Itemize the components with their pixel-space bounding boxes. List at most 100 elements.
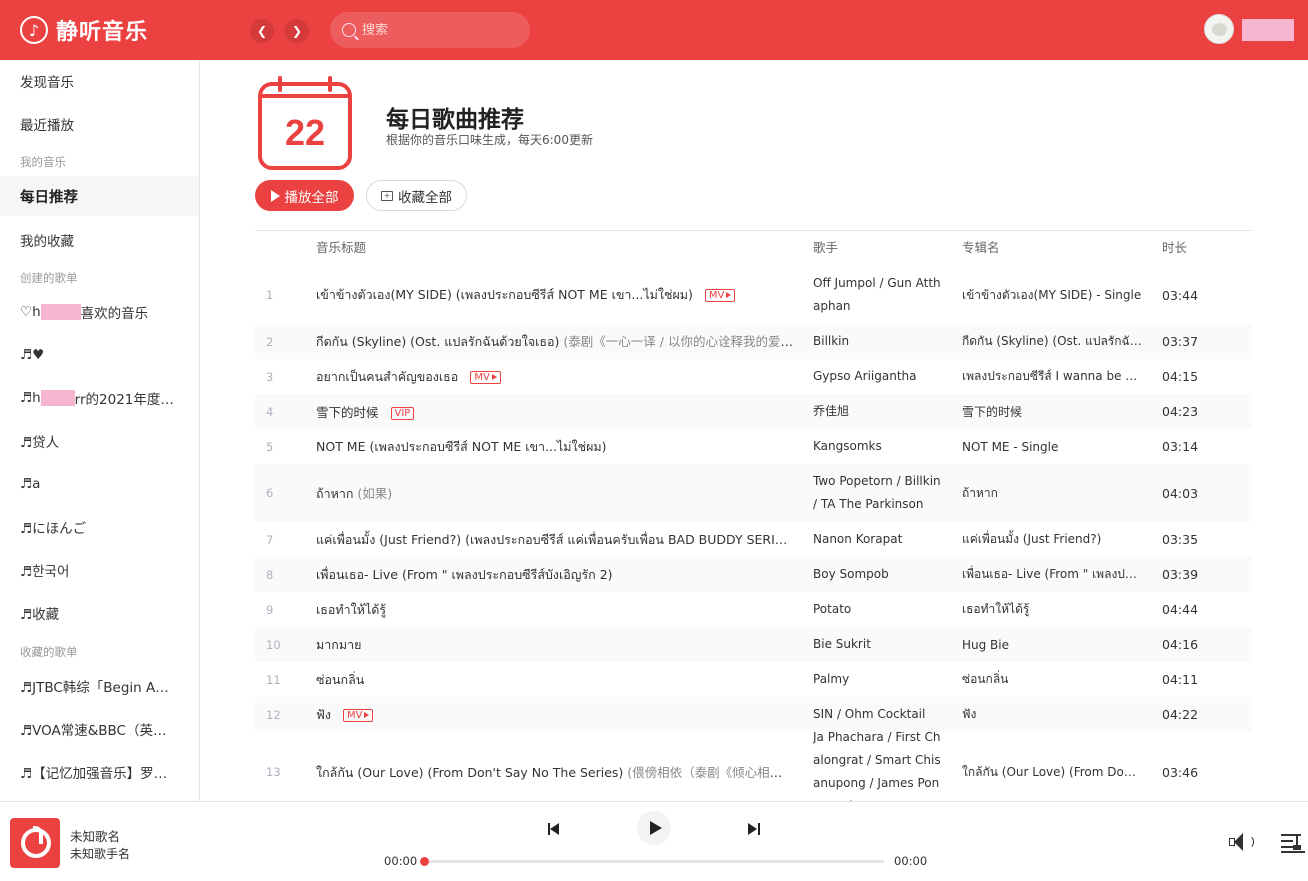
track-title-cell[interactable]: ใกล้กัน (Our Love) (From Don't Say No Th… bbox=[316, 732, 794, 801]
track-title-cell[interactable]: เข้าข้างตัวเอง(MY SIDE) (เพลงประกอบซีรีส… bbox=[316, 266, 794, 324]
track-title-cell[interactable]: 雪下的时候 VIP bbox=[316, 394, 794, 429]
track-artist-cell[interactable]: Palmy bbox=[813, 662, 943, 697]
track-title-cell[interactable]: เธอทำให้ได้รู้ bbox=[316, 592, 794, 627]
mv-badge[interactable]: MV bbox=[704, 289, 736, 302]
track-artist-cell[interactable]: Potato bbox=[813, 592, 943, 627]
table-row[interactable]: 4 雪下的时候 VIP 乔佳旭 雪下的时候 04:23 bbox=[255, 394, 1252, 429]
volume-button[interactable] bbox=[1229, 832, 1257, 852]
forward-button[interactable]: ❯ bbox=[285, 19, 309, 43]
track-title-cell[interactable]: ซ่อนกลิ่น bbox=[316, 662, 794, 697]
table-row[interactable]: 10 มากมาย Bie Sukrit Hug Bie 04:16 bbox=[255, 627, 1252, 662]
collected-playlist-item[interactable]: ♬VOA常速&BBC（英… bbox=[0, 709, 199, 749]
table-row[interactable]: 8 เพื่อนเธอ- Live (From " เพลงประกอบซีรีส… bbox=[255, 557, 1252, 592]
table-row[interactable]: 13 ใกล้กัน (Our Love) (From Don't Say No … bbox=[255, 732, 1252, 801]
sidebar-item-discover[interactable]: 发现音乐 bbox=[0, 61, 199, 101]
track-number-cell: 6 bbox=[266, 464, 306, 522]
play-button[interactable] bbox=[637, 811, 671, 845]
track-album-cell[interactable]: เธอทำให้ได้รู้ bbox=[962, 592, 1142, 627]
play-all-button[interactable]: 播放全部 bbox=[255, 180, 354, 211]
playlist-item[interactable]: ♬收藏 bbox=[0, 593, 199, 633]
progress-bar[interactable] bbox=[420, 857, 884, 866]
back-button[interactable]: ❮ bbox=[250, 19, 274, 43]
table-row[interactable]: 1 เข้าข้างตัวเอง(MY SIDE) (เพลงประกอบซีรี… bbox=[255, 266, 1252, 324]
track-artist-cell[interactable]: Off Jumpol / Gun Atthaphan bbox=[813, 266, 943, 324]
next-track-button[interactable] bbox=[748, 823, 760, 835]
app-logo[interactable]: ♪ 静听音乐 bbox=[20, 14, 148, 46]
track-album-cell[interactable]: ใกล้กัน (Our Love) (From Don't … bbox=[962, 732, 1142, 801]
column-header-album[interactable]: 专辑名 bbox=[962, 231, 1000, 265]
track-artist-cell[interactable]: Nanon Korapat bbox=[813, 522, 943, 557]
table-row[interactable]: 11 ซ่อนกลิ่น Palmy ซ่อนกลิ่น 04:11 bbox=[255, 662, 1252, 697]
playlist-item[interactable]: ♬贷人 bbox=[0, 421, 199, 461]
playlist-2021[interactable]: ♬h rr的2021年度… bbox=[0, 378, 199, 418]
table-row[interactable]: 6 ถ้าหาก (如果) Two Popetorn / Billkin / TA … bbox=[255, 464, 1252, 522]
track-alias: (如果) bbox=[353, 485, 393, 501]
track-album-cell[interactable]: ซ่อนกลิ่น bbox=[962, 662, 1142, 697]
track-title-cell[interactable]: แค่เพื่อนมั้ง (Just Friend?) (เพลงประกอบ… bbox=[316, 522, 794, 557]
table-row[interactable]: 7 แค่เพื่อนมั้ง (Just Friend?) (เพลงประกอ… bbox=[255, 522, 1252, 557]
album-cover[interactable] bbox=[10, 818, 60, 868]
column-header-title[interactable]: 音乐标题 bbox=[316, 231, 366, 265]
playlist-item[interactable]: ♬한국어 bbox=[0, 550, 199, 590]
track-artist-cell[interactable]: Two Popetorn / Billkin / TA The Parkinso… bbox=[813, 464, 943, 522]
avatar[interactable] bbox=[1204, 14, 1234, 44]
track-album-cell[interactable]: เพื่อนเธอ- Live (From " เพลงประ… bbox=[962, 557, 1142, 592]
playlist-item[interactable]: ♬a bbox=[0, 464, 199, 504]
track-artist-cell[interactable]: Boy Sompob bbox=[813, 557, 943, 592]
track-album-cell[interactable]: เพลงประกอบซีรีส์ I wanna be su… bbox=[962, 359, 1142, 394]
sidebar-item-recent[interactable]: 最近播放 bbox=[0, 104, 199, 144]
sidebar-item-daily[interactable]: 每日推荐 bbox=[0, 176, 199, 216]
table-row[interactable]: 9 เธอทำให้ได้รู้ Potato เธอทำให้ได้รู้ 04:44 bbox=[255, 592, 1252, 627]
table-row[interactable]: 3 อยากเป็นคนสำคัญของเธอ MV Gypso Ariigantha… bbox=[255, 359, 1252, 394]
track-album-cell[interactable]: กีดกัน (Skyline) (Ost. แปลรักฉัน… bbox=[962, 324, 1142, 359]
track-album-cell[interactable]: ถ้าหาก bbox=[962, 464, 1142, 522]
collected-playlist-item[interactable]: ♬JTBC韩综「Begin A… bbox=[0, 666, 199, 706]
now-playing-artist[interactable]: 未知歌手名 bbox=[70, 845, 130, 862]
track-title-cell[interactable]: เพื่อนเธอ- Live (From " เพลงประกอบซีรีส์… bbox=[316, 557, 794, 592]
mv-badge[interactable]: MV bbox=[470, 370, 501, 384]
table-row[interactable]: 2 กีดกัน (Skyline) (Ost. แปลรักฉันด้วยใจเ… bbox=[255, 324, 1252, 359]
search-box[interactable] bbox=[330, 12, 530, 48]
table-row[interactable]: 12 ฟัง MV SIN / Ohm Cocktail ฟัง 04:22 bbox=[255, 697, 1252, 732]
search-input[interactable] bbox=[362, 22, 522, 38]
track-artist-cell[interactable]: Bie Sukrit bbox=[813, 627, 943, 662]
track-title-cell[interactable]: ถ้าหาก (如果) bbox=[316, 464, 794, 522]
track-artist-cell[interactable]: Kangsomks bbox=[813, 429, 943, 464]
app-name: 静听音乐 bbox=[56, 20, 149, 45]
playlist-liked[interactable]: ♡h 喜欢的音乐 bbox=[0, 292, 199, 332]
track-artist-cell[interactable]: Ja Phachara / First Chalongrat / Smart C… bbox=[813, 732, 943, 801]
track-artist-cell[interactable]: 乔佳旭 bbox=[813, 394, 943, 429]
track-album-cell[interactable]: ฟัง bbox=[962, 697, 1142, 732]
username-redacted[interactable] bbox=[1242, 19, 1294, 41]
track-artist-cell[interactable]: SIN / Ohm Cocktail bbox=[813, 697, 943, 732]
track-album-cell[interactable]: NOT ME - Single bbox=[962, 429, 1142, 464]
collected-playlist-item[interactable]: ♬【记忆加强音乐】罗… bbox=[0, 752, 199, 792]
track-title-cell[interactable]: กีดกัน (Skyline) (Ost. แปลรักฉันด้วยใจเธ… bbox=[316, 324, 794, 359]
playlist-button[interactable] bbox=[1281, 832, 1305, 853]
track-album-cell[interactable]: แค่เพื่อนมั้ง (Just Friend?) bbox=[962, 522, 1142, 557]
table-row[interactable]: 5 NOT ME (เพลงประกอบซีรีส์ NOT ME เขา...ไ… bbox=[255, 429, 1252, 464]
track-title-cell[interactable]: ฟัง MV bbox=[316, 697, 794, 732]
track-artist: 乔佳旭 bbox=[813, 404, 850, 418]
playlist-item[interactable]: ♬♥ bbox=[0, 335, 199, 375]
previous-track-button[interactable] bbox=[548, 823, 560, 835]
collect-all-button[interactable]: + 收藏全部 bbox=[366, 180, 467, 211]
column-header-duration[interactable]: 时长 bbox=[1162, 231, 1187, 265]
track-title-cell[interactable]: อยากเป็นคนสำคัญของเธอ MV bbox=[316, 359, 794, 394]
track-album-cell[interactable]: เข้าข้างตัวเอง(MY SIDE) - Single bbox=[962, 266, 1142, 324]
mv-badge[interactable]: MV bbox=[342, 708, 374, 722]
track-title-cell[interactable]: มากมาย bbox=[316, 627, 794, 662]
track-duration-cell: 03:39 bbox=[1162, 557, 1222, 592]
playlist-item[interactable]: ♬にほんご bbox=[0, 507, 199, 547]
column-header-artist[interactable]: 歌手 bbox=[813, 231, 838, 265]
now-playing-title[interactable]: 未知歌名 bbox=[70, 826, 120, 845]
track-title: ใกล้กัน (Our Love) (From Don't Say No Th… bbox=[316, 764, 624, 780]
badge-label: MV bbox=[474, 371, 490, 383]
track-album-cell[interactable]: 雪下的时候 bbox=[962, 394, 1142, 429]
track-title-cell[interactable]: NOT ME (เพลงประกอบซีรีส์ NOT ME เขา...ไม… bbox=[316, 429, 794, 464]
progress-handle[interactable] bbox=[420, 857, 429, 866]
track-artist-cell[interactable]: Billkin bbox=[813, 324, 943, 359]
track-artist-cell[interactable]: Gypso Ariigantha bbox=[813, 359, 943, 394]
track-album-cell[interactable]: Hug Bie bbox=[962, 627, 1142, 662]
sidebar-item-favorites[interactable]: 我的收藏 bbox=[0, 220, 199, 260]
